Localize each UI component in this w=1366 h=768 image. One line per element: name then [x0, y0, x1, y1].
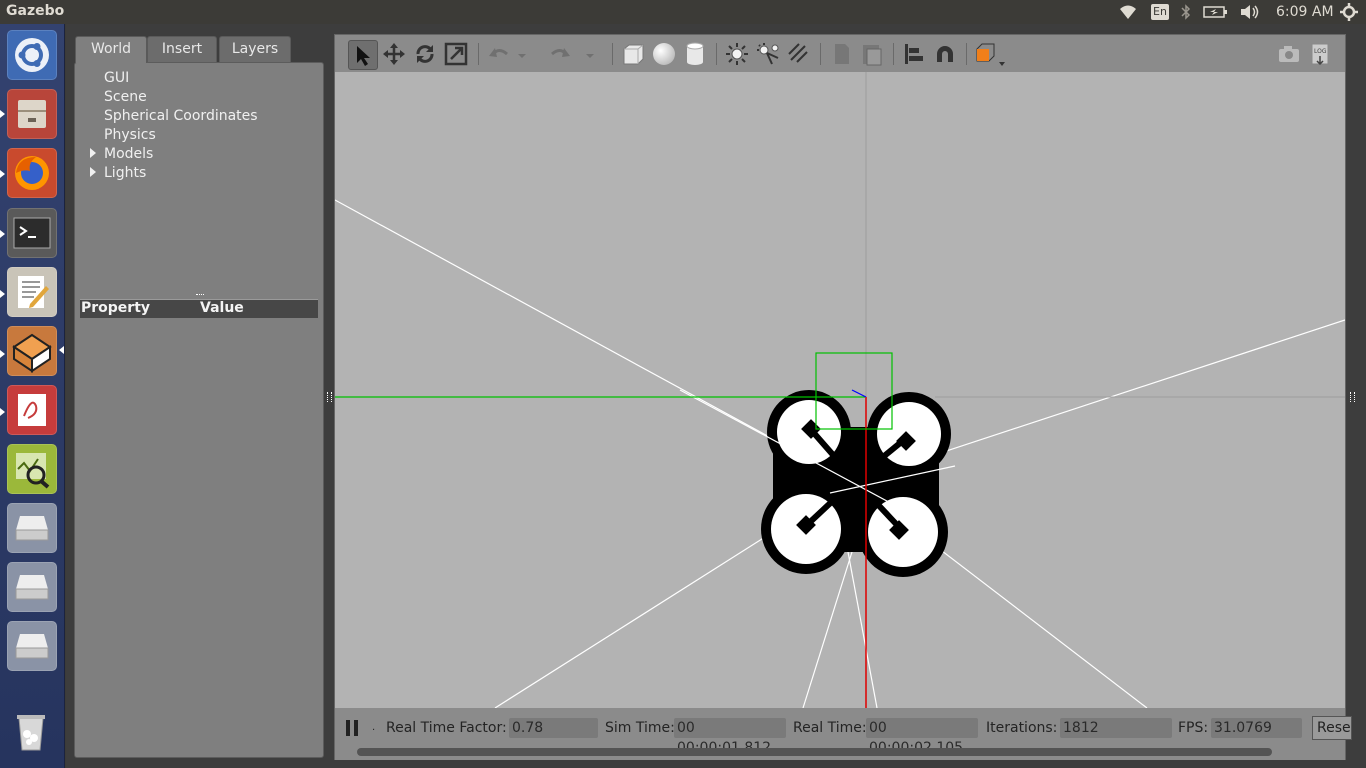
text-editor-icon [18, 276, 49, 308]
launcher-files[interactable] [7, 89, 57, 139]
view-angle-icon[interactable] [973, 40, 1005, 68]
redo-dropdown-icon[interactable] [583, 40, 597, 68]
tab-insert[interactable]: Insert [147, 36, 217, 62]
quadrotor-model [761, 390, 951, 577]
firefox-icon [15, 156, 49, 190]
launcher-gazebo[interactable] [7, 326, 57, 376]
property-column-header: Property [81, 300, 151, 316]
pause-icon[interactable] [345, 720, 359, 736]
paste-icon[interactable] [858, 40, 886, 68]
expand-arrow-icon[interactable] [90, 167, 96, 177]
3d-scene-view[interactable] [335, 72, 1345, 708]
left-splitter-grip[interactable] [327, 392, 332, 402]
terminal-icon [13, 217, 51, 249]
translate-icon[interactable] [380, 40, 408, 68]
hard-drive-icon [15, 516, 49, 541]
step-indicator: . [372, 722, 376, 733]
launcher-drive-2[interactable] [7, 562, 57, 612]
scene-render [335, 72, 1345, 708]
iterations-label: Iterations: [986, 720, 1058, 736]
undo-icon[interactable] [485, 40, 513, 68]
launcher [0, 24, 65, 768]
sphere-icon[interactable] [650, 40, 678, 68]
real-time-factor-field: 0.78 [509, 718, 598, 738]
tab-world[interactable]: World [75, 36, 147, 63]
property-table-header: Property Value [80, 299, 318, 318]
expand-arrow-icon[interactable] [90, 148, 96, 158]
select-arrow-icon[interactable] [348, 40, 378, 70]
value-column-header: Value [200, 300, 244, 316]
keyboard-layout-indicator[interactable]: En [1151, 4, 1169, 20]
launcher-terminal[interactable] [7, 208, 57, 258]
tree-item-lights[interactable]: Lights [104, 165, 146, 181]
launcher-drive-3[interactable] [7, 621, 57, 671]
right-splitter-grip[interactable] [1350, 392, 1355, 402]
clock[interactable]: 6:09 AM [1276, 4, 1334, 20]
reset-button[interactable]: Reset [1312, 716, 1352, 740]
launcher-firefox[interactable] [7, 148, 57, 198]
real-time-field: 00 00:00:02.105 [866, 718, 978, 756]
gazebo-icon [12, 333, 52, 373]
box-icon[interactable] [619, 40, 647, 68]
volume-icon[interactable] [1239, 4, 1261, 24]
screenshot-camera-icon[interactable] [1275, 40, 1303, 68]
point-light-icon[interactable] [723, 40, 751, 68]
launcher-document-viewer[interactable] [7, 385, 57, 435]
file-cabinet-icon [18, 100, 46, 128]
trash-icon [17, 715, 45, 751]
settings-gear-icon[interactable] [1340, 3, 1358, 25]
launcher-system-monitor[interactable] [7, 444, 57, 494]
wifi-icon[interactable] [1118, 3, 1138, 25]
cylinder-icon[interactable] [681, 40, 709, 68]
tree-item-scene[interactable]: Scene [104, 89, 147, 105]
rotate-icon[interactable] [411, 40, 439, 68]
spot-light-icon[interactable] [754, 40, 782, 68]
sim-time-label: Sim Time: [605, 720, 675, 736]
top-panel: Gazebo En 6:09 AM [0, 0, 1366, 24]
fps-field: 31.0769 [1211, 718, 1302, 738]
launcher-ubuntu-dash[interactable] [7, 30, 57, 80]
real-time-factor-label: Real Time Factor: [386, 720, 507, 736]
app-title: Gazebo [6, 3, 65, 19]
redo-icon[interactable] [546, 40, 574, 68]
tree-item-physics[interactable]: Physics [104, 127, 156, 143]
log-icon[interactable]: LOG [1306, 40, 1334, 68]
iterations-field: 1812 [1060, 718, 1172, 738]
hard-drive-icon [15, 634, 49, 659]
scene-toolbar: LOG [335, 35, 1345, 73]
undo-dropdown-icon[interactable] [515, 40, 529, 68]
tree-item-models[interactable]: Models [104, 146, 153, 162]
launcher-trash[interactable] [7, 708, 57, 758]
horizontal-scrollbar[interactable] [357, 748, 1272, 756]
battery-icon[interactable] [1203, 5, 1229, 23]
svg-text:LOG: LOG [1314, 48, 1327, 55]
launcher-drive-1[interactable] [7, 503, 57, 553]
tree-item-gui[interactable]: GUI [104, 70, 129, 86]
fps-label: FPS: [1178, 720, 1209, 736]
directional-light-icon[interactable] [785, 40, 813, 68]
simulation-status-bar: . Real Time Factor: 0.78 Sim Time: 00 00… [335, 708, 1352, 760]
sim-time-field: 00 00:00:01.812 [674, 718, 786, 756]
splitter-handle[interactable] [196, 294, 204, 298]
bluetooth-icon[interactable] [1180, 3, 1192, 25]
hard-drive-icon [15, 575, 49, 600]
tab-layers[interactable]: Layers [219, 36, 291, 62]
align-icon[interactable] [900, 40, 928, 68]
magnet-snap-icon[interactable] [931, 40, 959, 68]
ubuntu-logo-icon [15, 38, 49, 72]
copy-icon[interactable] [827, 40, 855, 68]
real-time-label: Real Time: [793, 720, 867, 736]
launcher-text-editor[interactable] [7, 267, 57, 317]
system-monitor-icon [16, 453, 50, 489]
scale-icon[interactable] [442, 40, 470, 68]
document-viewer-icon [18, 394, 46, 426]
tree-item-spherical-coordinates[interactable]: Spherical Coordinates [104, 108, 258, 124]
